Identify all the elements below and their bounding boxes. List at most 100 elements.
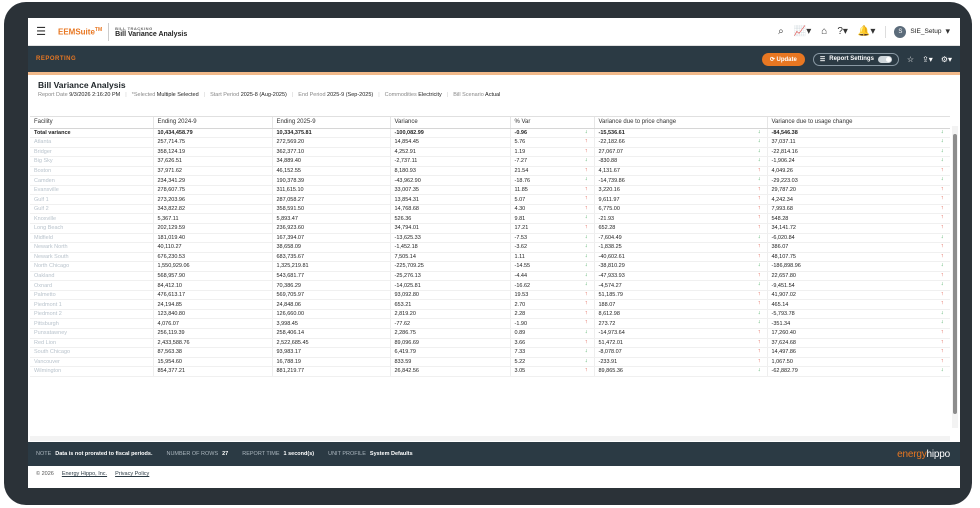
usage-variance-cell: -29,223.03 ↓ xyxy=(767,175,950,186)
usage-variance-cell: -5,793.78 ↓ xyxy=(767,309,950,320)
table-row[interactable]: North Chicago 1,550,929.06 1,325,219.81 -22… xyxy=(30,261,950,272)
usage-value: 22,657.80 xyxy=(771,272,796,279)
table-row[interactable]: Midfield 181,019.40 167,394.07 -13,625.33 -7… xyxy=(30,233,950,244)
price-value: -830.88 xyxy=(598,158,618,165)
ending-2024-cell: 5,367.11 xyxy=(153,213,273,224)
arrow-down-icon: ↓ xyxy=(757,367,761,374)
table-row[interactable]: Knoxville 5,367.11 5,893.47 526.36 9.81 ↓ -21.… xyxy=(30,213,950,224)
arrow-down-icon: ↓ xyxy=(940,157,944,164)
user-name: SIE_Setup xyxy=(910,28,942,35)
ending-2024-cell: 37,626.51 xyxy=(153,156,273,167)
pct-var-cell: 4.30 ↑ xyxy=(510,204,595,215)
ending-2024-cell: 676,230.53 xyxy=(153,252,273,263)
arrow-down-icon: ↓ xyxy=(757,309,761,316)
privacy-policy-link[interactable]: Privacy Policy xyxy=(115,471,149,477)
price-value: -15,536.61 xyxy=(598,129,625,136)
price-variance-cell: -14,739.86 ↓ xyxy=(594,175,768,186)
table-row[interactable]: Vancouver 15,954.60 16,788.19 833.59 5.22 ↓ -2… xyxy=(30,357,950,368)
report-header: Bill Variance Analysis Report Date 9/3/2… xyxy=(38,80,500,98)
table-row[interactable]: Piedmont 1 24,194.85 24,848.06 653.21 2.70 ↑ 1… xyxy=(30,299,950,310)
table-row[interactable]: Pittsburgh 4,076.07 3,998.45 -77.62 -1.90 ↑ 27… xyxy=(30,318,950,329)
table-row[interactable]: Piedmont 2 123,840.80 126,660.00 2,819.20 2.… xyxy=(30,309,950,320)
facility-cell: Piedmont 1 xyxy=(30,299,154,310)
table-row[interactable]: Wilmington 854,377.21 881,219.77 26,842.56 3… xyxy=(30,366,950,377)
table-row[interactable]: Boston 37,971.62 46,152.55 8,180.93 21.54 ↑ 4,… xyxy=(30,166,950,177)
facility-cell: Camden xyxy=(30,175,154,186)
table-row[interactable]: Gulf 2 343,822.82 358,591.50 14,768.68 4.30 ↑… xyxy=(30,204,950,215)
column-header[interactable]: Ending 2025-9 xyxy=(272,117,391,129)
table-row[interactable]: Gulf 1 273,203.96 287,058.27 13,854.31 5.07 ↑… xyxy=(30,194,950,205)
vertical-scrollbar[interactable] xyxy=(952,126,958,428)
help-icon[interactable]: ?▾ xyxy=(837,26,848,37)
arrow-up-icon: ↑ xyxy=(757,166,761,173)
variance-cell: -1,452.18 xyxy=(390,242,511,253)
table-row[interactable]: Red Lion 2,433,588.76 2,522,685.45 89,096.6… xyxy=(30,338,950,349)
table-row[interactable]: Oakland 568,957.90 543,681.77 -25,276.13 -4.… xyxy=(30,271,950,282)
usage-variance-cell: -186,898.96 ↓ xyxy=(767,261,950,272)
report-settings-button[interactable]: ☰ Report Settings xyxy=(812,52,899,66)
report-table-container[interactable]: Facility Ending 2024-9 Ending 2025-9 Varian… xyxy=(30,116,950,436)
price-value: 27,067.07 xyxy=(598,148,623,155)
usage-variance-cell: 465.14 ↑ xyxy=(767,299,950,310)
table-row[interactable]: Bridger 358,124.19 362,377.10 4,252.91 1.19 ↑… xyxy=(30,147,950,158)
gear-icon[interactable]: ⚙▾ xyxy=(941,55,952,64)
brand-logo[interactable]: EEMSuiteTM xyxy=(58,27,102,37)
variance-cell: -25,276.13 xyxy=(390,271,511,282)
horizontal-scrollbar[interactable] xyxy=(30,436,950,441)
arrow-up-icon: ↑ xyxy=(757,271,761,278)
price-value: -4,574.27 xyxy=(598,282,622,289)
variance-cell: 33,007.35 xyxy=(390,185,511,196)
arrow-down-icon: ↓ xyxy=(940,138,944,145)
column-header[interactable]: Variance xyxy=(390,117,511,129)
ending-2025-cell: 569,705.97 xyxy=(272,290,391,301)
user-menu[interactable]: S SIE_Setup ▾ xyxy=(885,25,950,38)
pct-value: 4.30 xyxy=(514,206,526,213)
bell-icon[interactable]: 🔔▾ xyxy=(858,26,875,37)
ending-2024-cell: 273,203.96 xyxy=(153,194,273,205)
search-icon[interactable]: ⌕ xyxy=(778,26,784,37)
table-row[interactable]: Atlanta 257,714.75 272,569.20 14,854.45 5.76… xyxy=(30,137,950,148)
toolbar-right: ⌕ 📈▾ ⌂ ?▾ 🔔▾ S SIE_Setup ▾ xyxy=(778,25,950,38)
pct-var-cell: -4.44 ↓ xyxy=(510,271,595,282)
table-row[interactable]: Newark North 40,110.27 38,658.09 -1,452.18-… xyxy=(30,242,950,253)
price-value: 9,611.97 xyxy=(598,196,620,203)
table-row[interactable]: Oxnard 84,412.10 70,386.29 -14,025.81 -16.62… xyxy=(30,280,950,291)
note-value: Data is not prorated to fiscal periods. xyxy=(55,451,153,457)
table-row[interactable]: Punxatawney 256,119.39 258,406.14 2,286.75 0… xyxy=(30,328,950,339)
star-icon[interactable]: ☆ xyxy=(907,55,914,64)
table-row[interactable]: Newark South 676,230.53 683,735.67 7,505.14… xyxy=(30,252,950,263)
column-header[interactable]: % Var xyxy=(510,117,595,129)
pct-value: 5.22 xyxy=(514,358,526,365)
report-title: Bill Variance Analysis xyxy=(38,80,126,90)
price-variance-cell: 51,472.01 ↑ xyxy=(594,338,768,349)
table-row[interactable]: Evansville 278,607.75 311,615.10 33,007.35 1… xyxy=(30,185,950,196)
export-icon[interactable]: ⇪▾ xyxy=(922,55,933,64)
arrow-up-icon: ↑ xyxy=(757,185,761,192)
settings-toggle[interactable] xyxy=(877,55,892,63)
total-row[interactable]: Total variance 10,434,458.79 10,334,375.81… xyxy=(30,128,950,139)
arrow-up-icon: ↑ xyxy=(584,185,588,192)
home-icon[interactable]: ⌂ xyxy=(821,26,827,37)
table-row[interactable]: Palmetto 476,613.17 569,705.97 93,092.80 19.… xyxy=(30,290,950,301)
table-row[interactable]: South Chicago 87,563.38 93,983.17 6,419.79 7… xyxy=(30,347,950,358)
ending-2025-cell: 311,615.10 xyxy=(272,185,391,196)
table-row[interactable]: Big Sky 37,626.51 34,889.40 -2,737.11 -7.27 ↓… xyxy=(30,156,950,167)
ending-2024-cell: 568,957.90 xyxy=(153,271,273,282)
meta-item: End Period 2025-9 (Sep-2025) xyxy=(298,92,373,98)
arrow-up-icon: ↑ xyxy=(757,348,761,355)
column-header[interactable]: Variance due to usage change xyxy=(767,117,950,129)
chart-icon[interactable]: 📈▾ xyxy=(794,26,811,37)
column-header[interactable]: Facility xyxy=(30,117,154,129)
arrow-up-icon: ↑ xyxy=(940,185,944,192)
table-row[interactable]: Long Beach 202,129.59 236,923.60 34,794.01 1… xyxy=(30,223,950,234)
company-link[interactable]: Energy Hippo, Inc. xyxy=(62,471,107,477)
price-variance-cell: 51,185.79 ↑ xyxy=(594,290,768,301)
table-row[interactable]: Camden 234,341.29 190,378.39 -43,962.90 -18.… xyxy=(30,175,950,186)
scroll-thumb[interactable] xyxy=(953,134,957,414)
menu-icon[interactable]: ☰ xyxy=(30,25,52,38)
pct-var-cell: 11.85 ↑ xyxy=(510,185,595,196)
update-button[interactable]: ⟳ Update xyxy=(761,52,805,66)
column-header[interactable]: Variance due to price change xyxy=(594,117,768,129)
column-header[interactable]: Ending 2024-9 xyxy=(153,117,273,129)
facility-cell: Evansville xyxy=(30,185,154,196)
